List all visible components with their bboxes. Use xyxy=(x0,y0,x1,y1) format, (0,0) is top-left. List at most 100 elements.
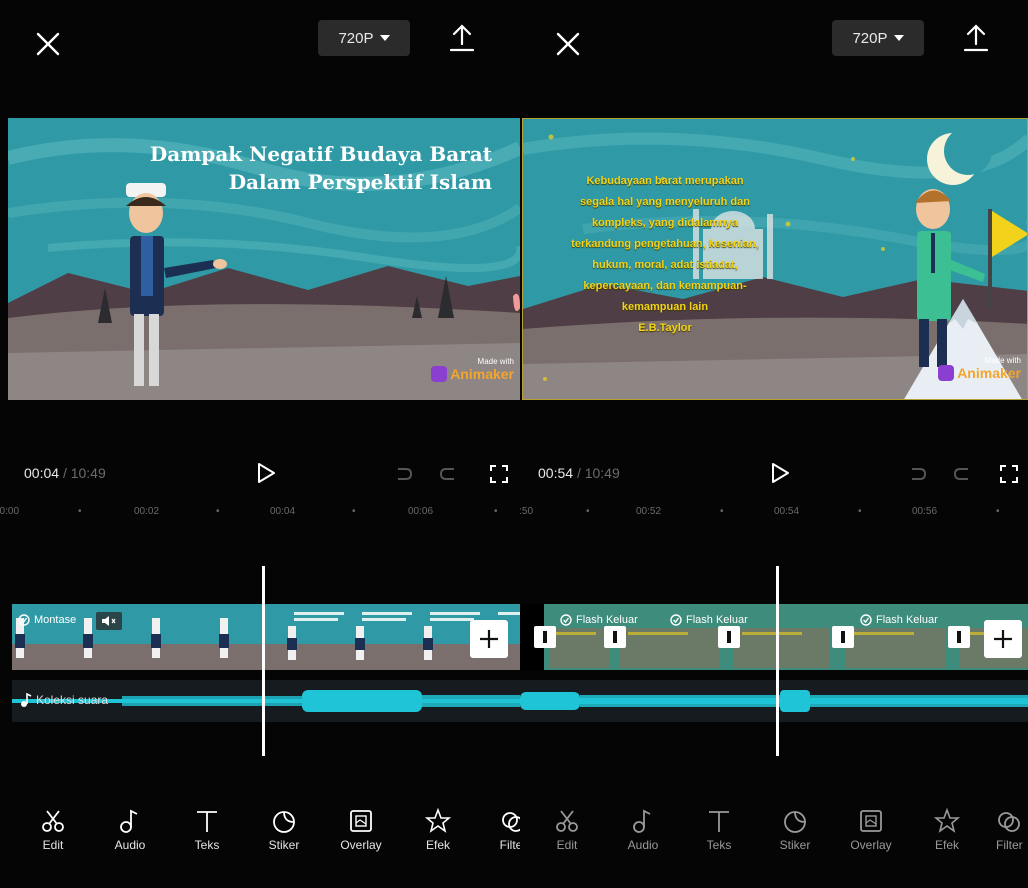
video-preview[interactable]: Dampak Negatif Budaya Barat Dalam Perspe… xyxy=(8,118,520,400)
resolution-label: 720P xyxy=(852,29,888,47)
fullscreen-icon[interactable] xyxy=(998,463,1020,485)
scissors-icon xyxy=(556,810,578,832)
tool-effects[interactable]: Efek xyxy=(403,800,473,852)
transition-button[interactable] xyxy=(948,626,970,648)
audio-track[interactable]: Koleksi suara xyxy=(12,680,520,722)
quote-line: kemampuan lain xyxy=(621,301,709,313)
audio-waveform xyxy=(520,690,1028,712)
transition-icon xyxy=(670,614,682,626)
transition-marker-icon xyxy=(727,631,731,643)
tool-effects[interactable]: Efek xyxy=(912,800,982,852)
export-icon[interactable] xyxy=(960,22,992,56)
tool-label: Stiker xyxy=(268,838,300,852)
tool-overlay[interactable]: Overlay xyxy=(326,800,396,852)
clip-transition-label: Montase xyxy=(18,614,76,626)
watermark-made-with: Made with xyxy=(984,356,1021,365)
close-icon[interactable] xyxy=(548,24,588,64)
transition-icon xyxy=(18,614,30,626)
overlay-icon xyxy=(860,810,882,832)
transition-button[interactable] xyxy=(832,626,854,648)
redo-icon[interactable] xyxy=(952,463,974,485)
time-display: 00:54 / 10:49 xyxy=(538,465,620,481)
quote-line: terkandung pengetahuan, kesenian, xyxy=(571,238,759,250)
ruler-tick-label: 00:56 xyxy=(912,506,938,517)
tool-sticker[interactable]: Stiker xyxy=(760,800,830,852)
quote-line: kepercayaan, dan kemampuan- xyxy=(583,280,747,292)
audio-track[interactable] xyxy=(520,680,1028,722)
editor-panel-right: 720P Kebudayaan barat merupakan segala h… xyxy=(520,0,1028,888)
tool-filter[interactable]: Filter xyxy=(982,800,1028,852)
ruler-tick-label: 00:54 xyxy=(774,506,800,517)
add-clip-button[interactable] xyxy=(984,620,1022,658)
tool-text[interactable]: Teks xyxy=(684,800,754,852)
filter-icon xyxy=(502,812,520,832)
slide-title-line-2: Dalam Perspektif Islam xyxy=(228,170,492,194)
tool-label: Teks xyxy=(706,838,732,852)
tool-edit[interactable]: Edit xyxy=(532,800,602,852)
animaker-logo-icon xyxy=(431,366,448,382)
tool-label: Audio xyxy=(627,838,659,852)
transition-button[interactable] xyxy=(534,626,556,648)
overlay-icon xyxy=(350,810,372,832)
star-effect-icon xyxy=(934,808,960,833)
video-track[interactable]: Flash Keluar Flash Keluar Flash Keluar xyxy=(520,604,1028,670)
play-icon[interactable] xyxy=(768,461,792,485)
tool-label: Edit xyxy=(556,838,578,852)
timeline-ruler: 00:50 • 00:52 • 00:54 • 00:56 • xyxy=(520,506,1028,528)
time-display: 00:04 / 10:49 xyxy=(24,465,106,481)
export-icon[interactable] xyxy=(446,22,478,56)
clip-transition-label: Flash Keluar xyxy=(860,614,938,626)
play-icon[interactable] xyxy=(254,461,278,485)
tool-label: Filter xyxy=(499,838,520,852)
undo-icon[interactable] xyxy=(906,463,928,485)
transition-button[interactable] xyxy=(604,626,626,648)
tool-audio[interactable]: Audio xyxy=(608,800,678,852)
plus-icon xyxy=(480,630,498,648)
tool-overlay[interactable]: Overlay xyxy=(836,800,906,852)
close-icon[interactable] xyxy=(28,24,68,64)
ruler-tick-label: 00:50 xyxy=(520,506,534,517)
tool-audio[interactable]: Audio xyxy=(95,800,165,852)
video-track[interactable]: Montase xyxy=(12,604,520,670)
transition-marker-icon xyxy=(957,631,961,643)
tool-sticker[interactable]: Stiker xyxy=(249,800,319,852)
redo-icon[interactable] xyxy=(438,463,460,485)
tool-label: Teks xyxy=(194,838,220,852)
tool-text[interactable]: Teks xyxy=(172,800,242,852)
playhead[interactable] xyxy=(776,566,779,756)
quote-author: E.B.Taylor xyxy=(638,322,692,334)
slide-title-line-1: Dampak Negatif Budaya Barat xyxy=(149,142,492,166)
top-bar: 720P xyxy=(0,0,520,90)
ruler-tick-label: 00:06 xyxy=(408,506,434,517)
filter-icon xyxy=(998,812,1020,832)
resolution-dropdown[interactable]: 720P xyxy=(832,20,924,56)
tool-label: Filter xyxy=(996,838,1023,852)
tool-label: Audio xyxy=(114,838,146,852)
quote-line: Kebudayaan barat merupakan xyxy=(586,175,744,187)
ruler-tick-label: 00:52 xyxy=(636,506,662,517)
mute-button[interactable] xyxy=(96,612,122,630)
transition-marker-icon xyxy=(613,631,617,643)
tool-edit[interactable]: Edit xyxy=(18,800,88,852)
transition-marker-icon xyxy=(543,631,547,643)
music-note-icon xyxy=(21,693,32,707)
slide-quote: Kebudayaan barat merupakan segala hal ya… xyxy=(535,171,795,339)
tool-label: Efek xyxy=(425,838,450,852)
watermark-made-with: Made with xyxy=(477,357,514,366)
transition-button[interactable] xyxy=(718,626,740,648)
video-preview[interactable]: Kebudayaan barat merupakan segala hal ya… xyxy=(522,118,1028,400)
fullscreen-icon[interactable] xyxy=(488,463,510,485)
add-clip-button[interactable] xyxy=(470,620,508,658)
undo-icon[interactable] xyxy=(392,463,414,485)
star-effect-icon xyxy=(425,808,451,833)
tool-filter[interactable]: Filter xyxy=(478,800,520,852)
bottom-toolbar: Edit Audio Teks Stiker Overlay Efek Filt… xyxy=(0,800,520,870)
ruler-tick-label: 00:04 xyxy=(270,506,296,517)
music-note-icon xyxy=(633,809,651,833)
resolution-dropdown[interactable]: 720P xyxy=(318,20,410,56)
tool-label: Overlay xyxy=(340,838,382,852)
clip-label: Flash Keluar xyxy=(576,614,638,626)
playhead[interactable] xyxy=(262,566,265,756)
scissors-icon xyxy=(42,810,64,832)
sticker-icon xyxy=(784,811,806,833)
